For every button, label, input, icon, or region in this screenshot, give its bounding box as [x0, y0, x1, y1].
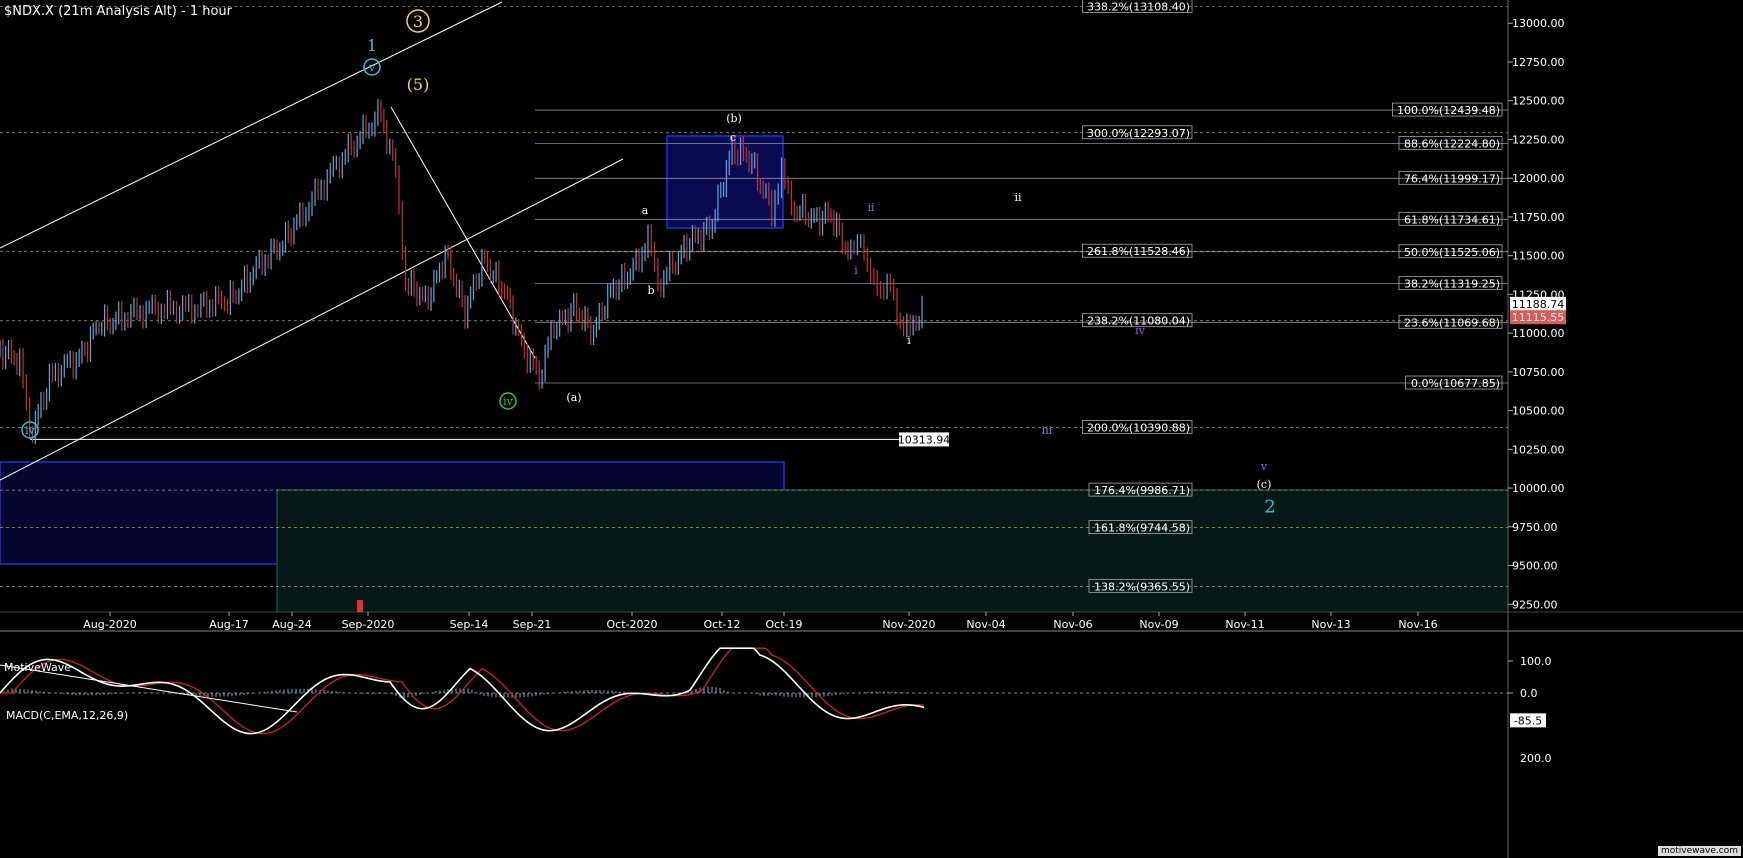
second-price-label: 11115.55 — [1512, 311, 1565, 324]
wave-label: i — [907, 334, 911, 347]
footer-logo: motivewave.com — [1658, 846, 1741, 856]
date-tick-label: Oct-12 — [704, 618, 741, 631]
price-tick-label: 10750.00 — [1512, 366, 1565, 379]
wave-label: ii — [1014, 191, 1022, 204]
fib-label: 38.2%(11319.25) — [1404, 278, 1500, 291]
fib-label: 23.6%(11069.68) — [1404, 316, 1500, 329]
wave-label: i — [854, 264, 858, 277]
wave-label: (b) — [726, 112, 742, 125]
wave-label: a — [642, 204, 649, 217]
price-tick-label: 9250.00 — [1512, 598, 1558, 611]
extension-label: 338.2%(13108.40) — [1087, 0, 1190, 13]
price-tick-label: 10250.00 — [1512, 443, 1565, 456]
price-tick-label: 12250.00 — [1512, 133, 1565, 146]
price-tick-label: 12750.00 — [1512, 56, 1565, 69]
wave-label: (a) — [566, 391, 581, 404]
wave-label: v — [1260, 460, 1268, 473]
fib-label: 61.8%(11734.61) — [1404, 213, 1500, 226]
price-tick-label: 11000.00 — [1512, 327, 1565, 340]
macd-tick-label: 200.0 — [1520, 752, 1552, 765]
wave-label: iv — [503, 395, 514, 408]
wave-label: ii — [867, 201, 875, 214]
extension-label: 200.0%(10390.88) — [1087, 421, 1190, 434]
macd-tick-label: 0.0 — [1520, 687, 1538, 700]
macd-tick-label: 100.0 — [1520, 655, 1552, 668]
date-tick-label: Aug-17 — [209, 618, 248, 631]
date-tick-label: Sep-2020 — [342, 618, 395, 631]
event-marker — [357, 600, 363, 612]
wave-label: iv — [25, 424, 36, 437]
price-tick-label: 10000.00 — [1512, 482, 1565, 495]
chart-canvas: 13000.00 12750.00 12500.00 12250.00 12000.00… — [0, 0, 1743, 858]
fib-label: 88.6%(12224.80) — [1404, 137, 1500, 150]
wave-label: 3 — [413, 12, 423, 31]
price-tick-label: 10500.00 — [1512, 405, 1565, 418]
date-tick-label: Nov-16 — [1398, 618, 1437, 631]
last-price-label: 11188.74 — [1512, 298, 1565, 311]
macd-title: MACD(C,EMA,12,26,9) — [6, 709, 129, 722]
date-tick-label: Oct-19 — [766, 618, 803, 631]
price-tick-label: 12000.00 — [1512, 172, 1565, 185]
fib-label: 100.0%(12439.48) — [1397, 104, 1500, 117]
wave-label: (5) — [407, 75, 430, 94]
extension-label: 261.8%(11528.46) — [1087, 245, 1190, 258]
date-tick-label: Aug-24 — [272, 618, 311, 631]
date-tick-label: Sep-14 — [450, 618, 489, 631]
price-tick-label: 11750.00 — [1512, 211, 1565, 224]
date-tick-label: Nov-2020 — [882, 618, 935, 631]
price-tick-label: 9750.00 — [1512, 521, 1558, 534]
fib-label: 0.0%(10677.85) — [1411, 377, 1500, 390]
watermark: MotiveWave — [4, 661, 72, 674]
wave-label: b — [647, 284, 654, 297]
wave-label: c — [730, 131, 736, 144]
date-tick-label: Oct-2020 — [607, 618, 658, 631]
date-tick-label: Sep-21 — [513, 618, 552, 631]
wave-label: 1 — [367, 36, 377, 55]
macd-signal-line — [0, 647, 925, 735]
price-tick-label: 13000.00 — [1512, 17, 1565, 30]
price-tick-label: 11500.00 — [1512, 250, 1565, 263]
wave-label: iii — [1042, 424, 1053, 437]
fib-label: 76.4%(11999.17) — [1404, 172, 1500, 185]
date-tick-label: Nov-04 — [966, 618, 1005, 631]
extension-label: 138.2%(9365.55) — [1094, 580, 1190, 593]
wave-label: v — [368, 61, 376, 74]
macd-current-label: -85.5 — [1514, 714, 1542, 727]
wave-label: iv — [1135, 324, 1146, 337]
date-tick-label: Nov-11 — [1225, 618, 1264, 631]
fib-label: 50.0%(11525.06) — [1404, 246, 1500, 259]
wave-label: 2 — [1264, 496, 1275, 517]
chart-title: $NDX.X (21m Analysis Alt) - 1 hour — [4, 4, 232, 19]
extension-label: 176.4%(9986.71) — [1094, 484, 1190, 497]
support-label: 10313.94 — [898, 433, 951, 446]
target-zone-teal — [276, 489, 1509, 613]
date-tick-label: Nov-06 — [1053, 618, 1092, 631]
date-tick-label: Aug-2020 — [83, 618, 136, 631]
wave-label: (c) — [1257, 478, 1272, 491]
price-tick-label: 12500.00 — [1512, 95, 1565, 108]
date-tick-label: Nov-09 — [1139, 618, 1178, 631]
extension-label: 161.8%(9744.58) — [1094, 522, 1190, 535]
channel-upper — [0, 1, 503, 249]
date-tick-label: Nov-13 — [1311, 618, 1350, 631]
wave-b-zone — [666, 135, 784, 229]
extension-label: 300.0%(12293.07) — [1087, 127, 1190, 140]
price-tick-label: 9500.00 — [1512, 560, 1558, 573]
